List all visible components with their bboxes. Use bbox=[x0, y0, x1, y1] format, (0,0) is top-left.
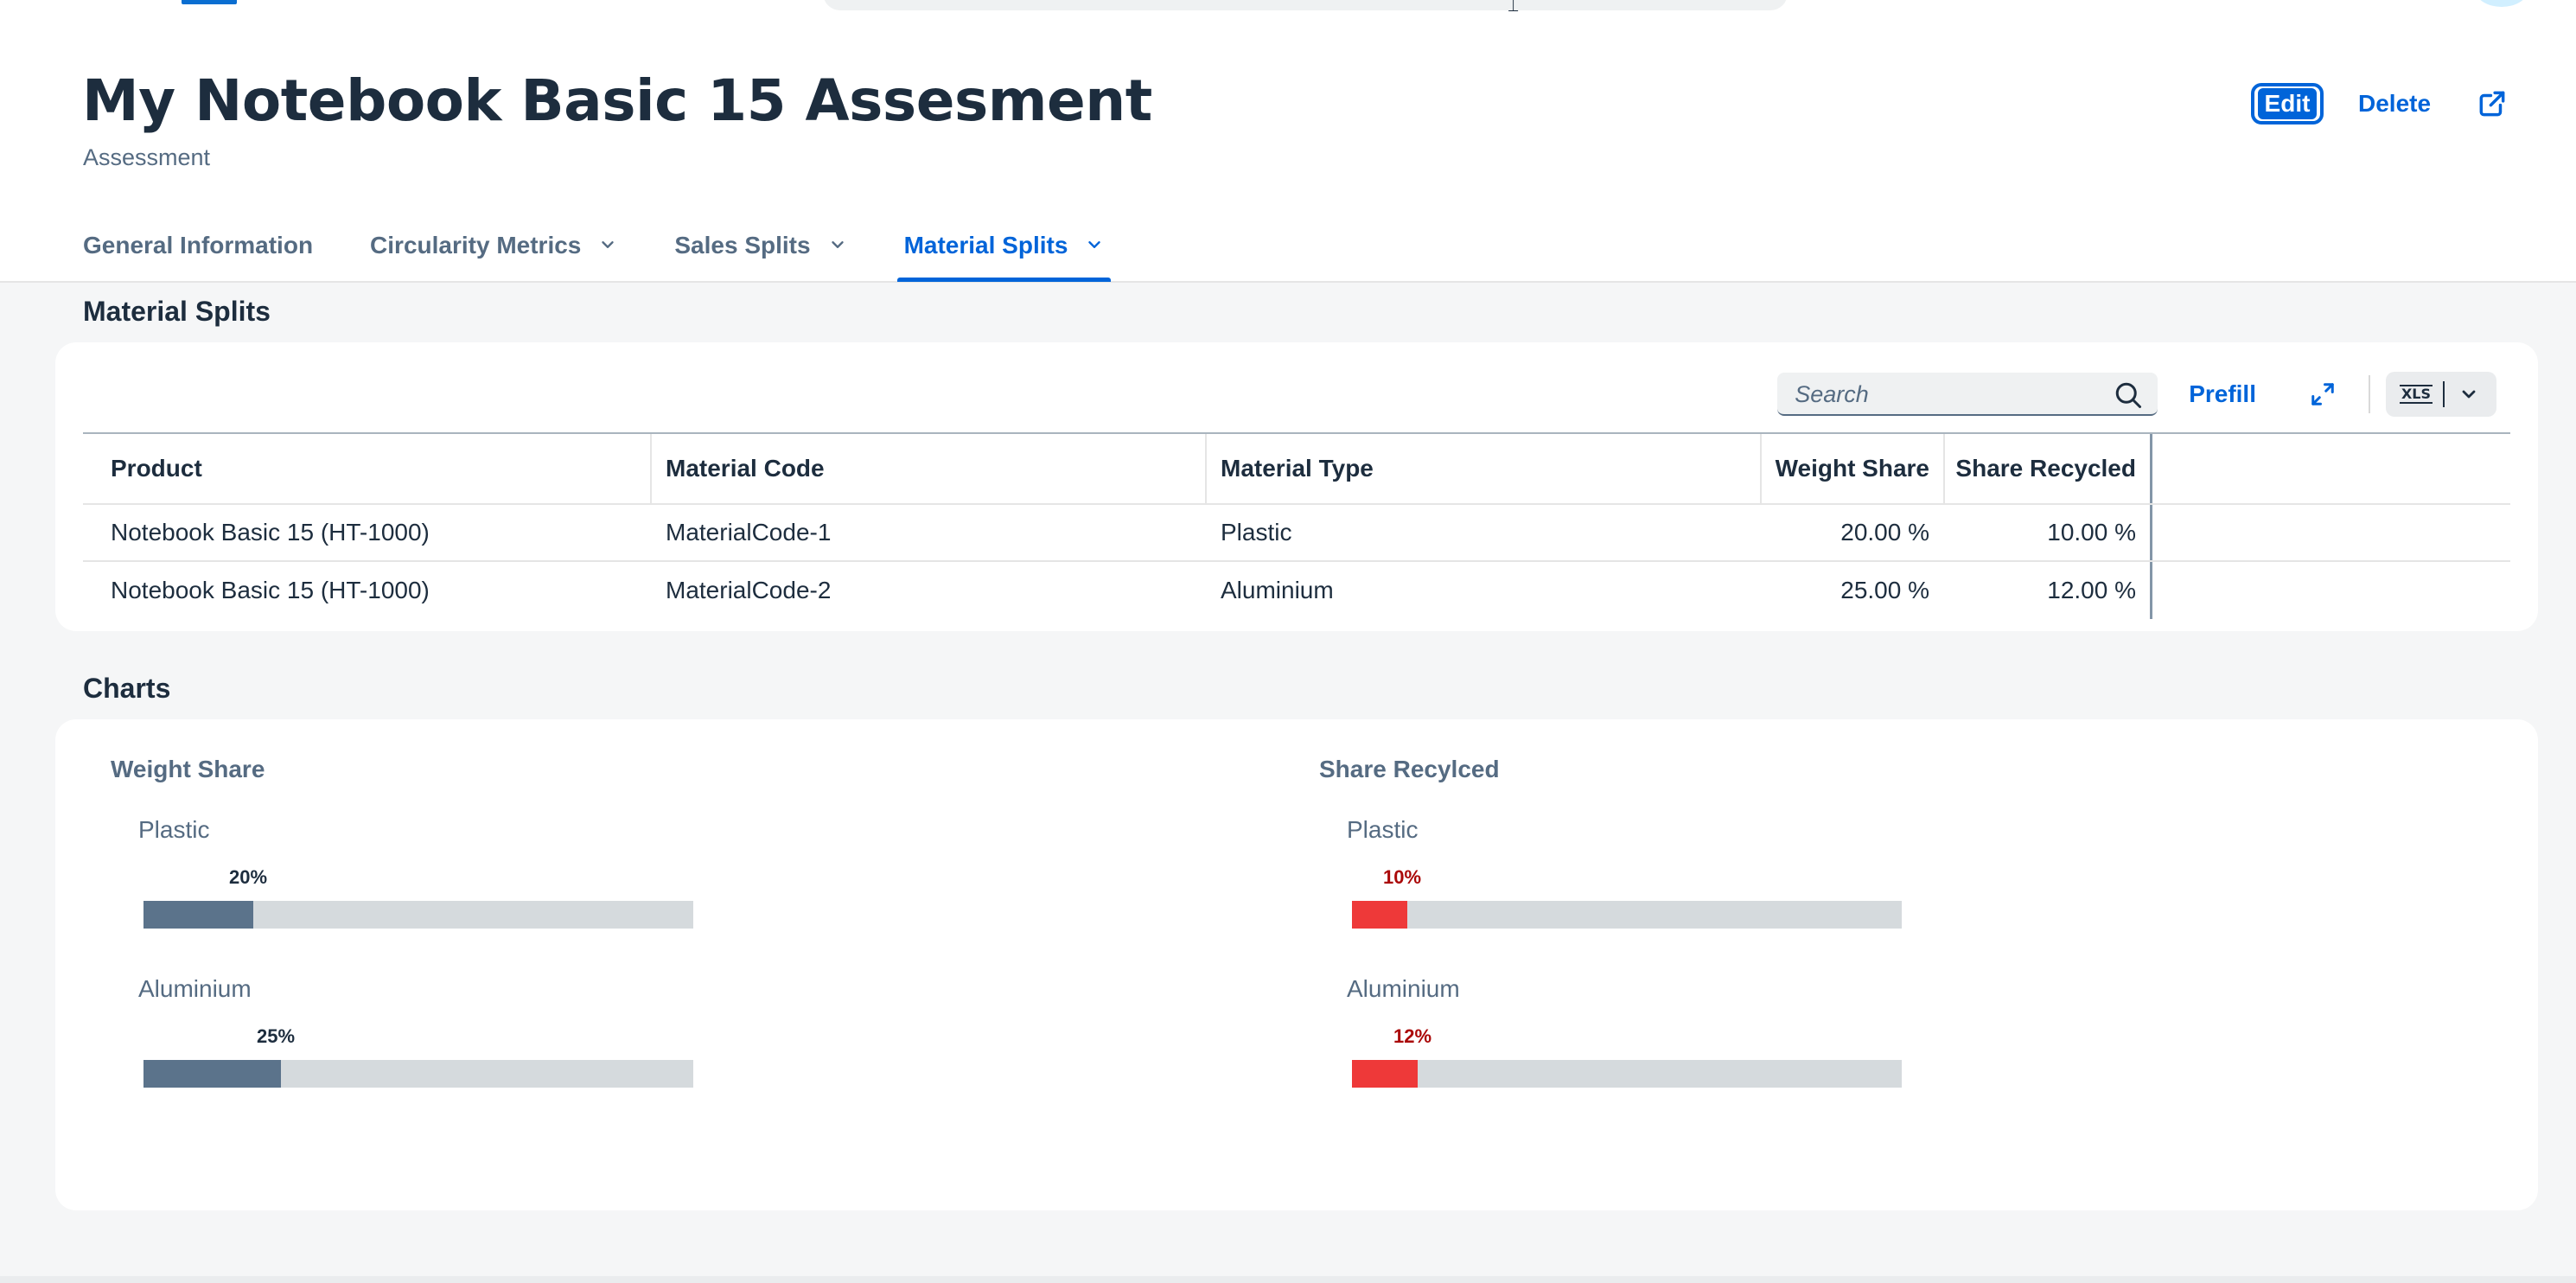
page-subtitle: Assessment bbox=[83, 144, 211, 170]
object-page-header: ⌶ My Notebook Basic 15 Assesment Assessm… bbox=[0, 0, 2576, 283]
search-icon[interactable] bbox=[2113, 380, 2144, 411]
cell-material-code: MaterialCode-2 bbox=[666, 577, 832, 603]
toolbar-divider bbox=[2369, 375, 2370, 413]
tab-label: Circularity Metrics bbox=[370, 232, 582, 259]
bar-track bbox=[1352, 901, 1902, 929]
text-cursor-icon: ⌶ bbox=[1508, 0, 1520, 16]
bar-item: Plastic 10% bbox=[1347, 816, 1952, 972]
delete-button[interactable]: Delete bbox=[2358, 90, 2431, 118]
shell-search-bar[interactable] bbox=[823, 0, 1788, 10]
column-header-product[interactable]: Product bbox=[83, 434, 652, 503]
section-title-charts: Charts bbox=[83, 673, 171, 704]
bar bbox=[143, 901, 253, 929]
tab-circularity-metrics[interactable]: Circularity Metrics bbox=[370, 227, 617, 282]
chevron-down-icon bbox=[2462, 390, 2476, 399]
chevron-down-icon[interactable] bbox=[1085, 235, 1104, 254]
bar-category-label: Plastic bbox=[138, 816, 210, 843]
cell-share-recycled: 10.00 % bbox=[1945, 505, 2152, 560]
avatar[interactable] bbox=[2476, 0, 2528, 7]
cell-material-type: Plastic bbox=[1221, 519, 1292, 546]
weight-share-chart: Weight Share Plastic 20% Aluminium 25% bbox=[111, 756, 1234, 1088]
share-recycled-chart: Share Recylced Plastic 10% Aluminium 12% bbox=[1319, 756, 2443, 1088]
bar-track bbox=[143, 1060, 693, 1088]
cell-weight-share: 20.00 % bbox=[1840, 519, 1929, 546]
bar bbox=[143, 1060, 281, 1088]
bar-item: Aluminium 25% bbox=[138, 975, 743, 1131]
chart-title: Weight Share bbox=[111, 756, 265, 782]
column-header-share-recycled[interactable]: Share Recycled bbox=[1945, 434, 2152, 503]
page-title: My Notebook Basic 15 Assesment bbox=[82, 67, 1152, 134]
bar-value-label: 10% bbox=[1383, 866, 1422, 888]
bar-category-label: Aluminium bbox=[1347, 975, 1460, 1002]
column-header-material-type[interactable]: Material Type bbox=[1207, 434, 1762, 503]
edit-button[interactable]: Edit bbox=[2251, 83, 2324, 124]
bar-value-label: 20% bbox=[229, 866, 268, 888]
cell-share-recycled: 12.00 % bbox=[1945, 562, 2152, 619]
bar-item: Plastic 20% bbox=[138, 816, 743, 972]
export-menu-button[interactable]: XLS bbox=[2386, 372, 2496, 417]
anchor-bar: General Information Circularity Metrics … bbox=[83, 227, 1161, 282]
bar bbox=[1352, 1060, 1418, 1088]
cell-weight-share: 25.00 % bbox=[1840, 577, 1929, 603]
bar-category-label: Aluminium bbox=[138, 975, 252, 1002]
bar bbox=[1352, 901, 1407, 929]
chevron-down-icon[interactable] bbox=[598, 235, 617, 254]
table-row[interactable]: Notebook Basic 15 (HT-1000) MaterialCode… bbox=[83, 562, 2510, 619]
xls-export-label: XLS bbox=[2399, 385, 2433, 404]
chart-title: Share Recylced bbox=[1319, 756, 1500, 782]
tab-label: Material Splits bbox=[903, 232, 1068, 259]
bar-category-label: Plastic bbox=[1347, 816, 1419, 843]
material-splits-table: Product Material Code Material Type Weig… bbox=[83, 432, 2510, 619]
xls-export-icon[interactable]: XLS bbox=[2389, 375, 2443, 413]
share-icon[interactable] bbox=[2476, 87, 2509, 120]
table-header-row: Product Material Code Material Type Weig… bbox=[83, 434, 2510, 505]
bar-track bbox=[143, 901, 693, 929]
tab-label: General Information bbox=[83, 232, 314, 259]
cell-material-type: Aluminium bbox=[1221, 577, 1334, 603]
section-title-material-splits: Material Splits bbox=[83, 296, 271, 327]
bar-value-label: 12% bbox=[1393, 1025, 1432, 1047]
tab-sales-splits[interactable]: Sales Splits bbox=[674, 227, 846, 282]
table-row[interactable]: Notebook Basic 15 (HT-1000) MaterialCode… bbox=[83, 505, 2510, 562]
shell-logo[interactable] bbox=[182, 0, 237, 4]
column-header-weight-share[interactable]: Weight Share bbox=[1762, 434, 1945, 503]
search-input[interactable]: Search bbox=[1777, 373, 2158, 416]
material-splits-card: Search Prefill XLS Product Material Code… bbox=[55, 342, 2538, 631]
column-header-material-code[interactable]: Material Code bbox=[652, 434, 1207, 503]
chevron-down-icon[interactable] bbox=[828, 235, 847, 254]
bar-value-label: 25% bbox=[257, 1025, 296, 1047]
cell-product: Notebook Basic 15 (HT-1000) bbox=[111, 577, 430, 603]
cell-product: Notebook Basic 15 (HT-1000) bbox=[111, 519, 430, 546]
tab-general-information[interactable]: General Information bbox=[83, 227, 313, 282]
page-footer-strip bbox=[0, 1276, 2576, 1283]
tab-label: Sales Splits bbox=[674, 232, 811, 259]
charts-card: Weight Share Plastic 20% Aluminium 25% Shar… bbox=[55, 719, 2538, 1210]
table-toolbar: Search Prefill XLS bbox=[1777, 372, 2496, 417]
export-dropdown-arrow[interactable] bbox=[2445, 375, 2493, 413]
prefill-button[interactable]: Prefill bbox=[2189, 380, 2256, 408]
search-placeholder: Search bbox=[1795, 381, 1869, 407]
header-actions: Edit Delete bbox=[2251, 83, 2509, 124]
fullscreen-icon[interactable] bbox=[2310, 381, 2336, 407]
edit-button-label: Edit bbox=[2257, 88, 2318, 119]
bar-item: Aluminium 12% bbox=[1347, 975, 1952, 1131]
cell-material-code: MaterialCode-1 bbox=[666, 519, 832, 546]
bar-track bbox=[1352, 1060, 1902, 1088]
tab-material-splits[interactable]: Material Splits bbox=[896, 227, 1112, 282]
